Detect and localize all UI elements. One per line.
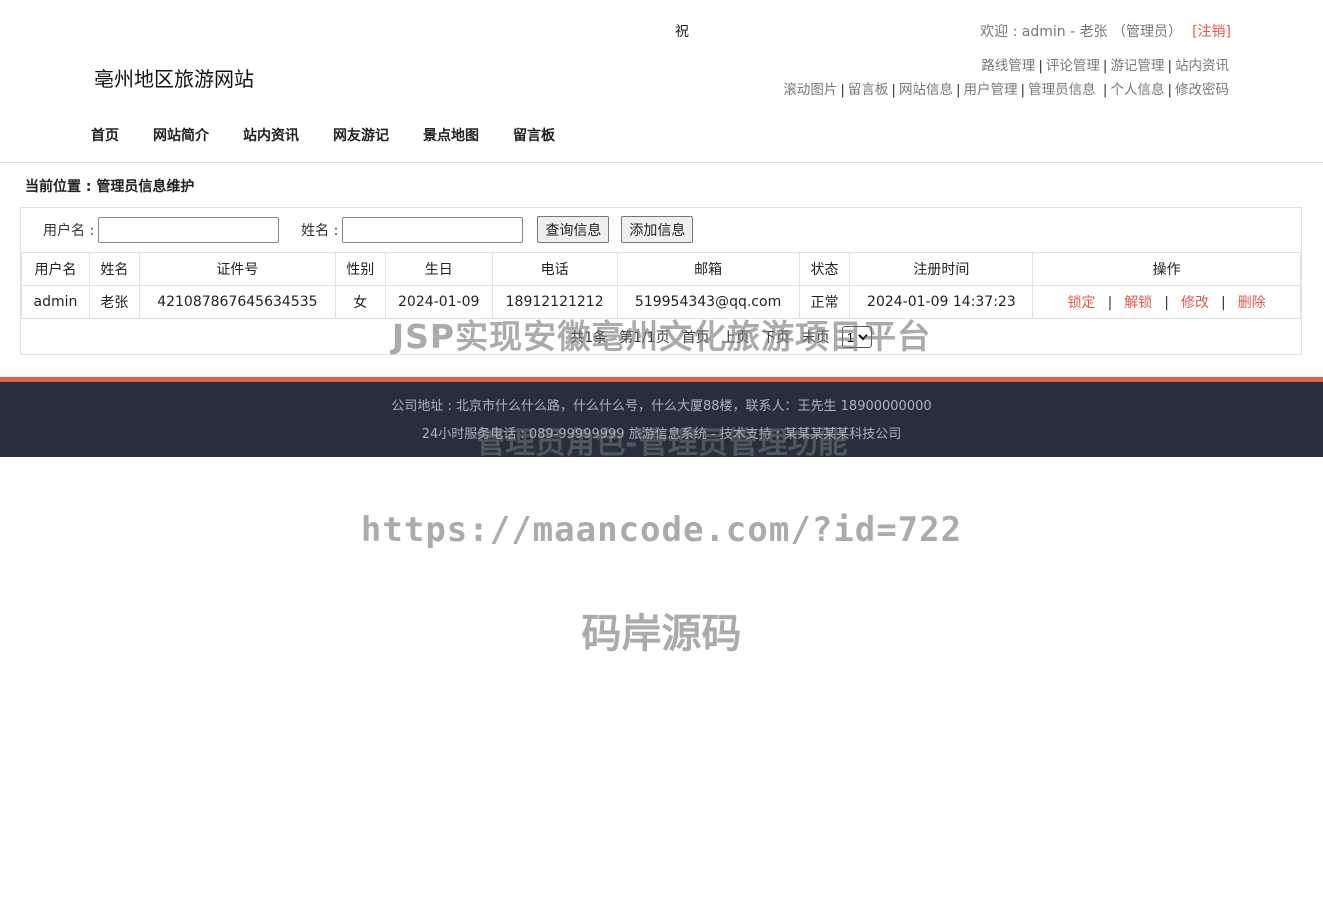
username-input[interactable]	[98, 216, 280, 243]
admin-link-profile[interactable]: 个人信息	[1110, 82, 1164, 98]
nav-about[interactable]: 网站简介	[153, 125, 209, 145]
search-bar: 用户名 : 姓名 : 查询信息 添加信息	[43, 216, 705, 243]
col-header-email: 邮箱	[616, 252, 800, 286]
col-header-gender: 性别	[334, 252, 386, 286]
nav-news[interactable]: 站内资讯	[243, 125, 299, 145]
cell-ops: 锁定 | 解锁 | 修改 | 删除	[1032, 285, 1301, 319]
col-header-ops: 操作	[1032, 252, 1301, 286]
content-panel: 用户名 : 姓名 : 查询信息 添加信息 用户名 姓名 证件号 性别 生日 电话…	[20, 207, 1302, 355]
name-input[interactable]	[342, 216, 524, 243]
watermark-url: https://maancode.com/?id=722	[360, 510, 963, 550]
header-divider	[0, 162, 1323, 163]
breadcrumb: 当前位置 : 管理员信息维护	[25, 179, 195, 195]
site-title: 亳州地区旅游网站	[94, 67, 254, 91]
table-header-row: 用户名 姓名 证件号 性别 生日 电话 邮箱 状态 注册时间 操作	[21, 252, 1301, 286]
nav-map[interactable]: 景点地图	[423, 125, 479, 145]
delete-link[interactable]: 删除	[1238, 295, 1266, 311]
col-header-status: 状态	[798, 252, 851, 286]
table-row: admin 老张 421087867645634535 女 2024-01-09…	[21, 285, 1301, 319]
admin-link-users[interactable]: 用户管理	[964, 82, 1018, 98]
welcome-text: 欢迎 : admin - 老张 （管理员）	[980, 24, 1183, 40]
pager-prev[interactable]: 上页	[722, 327, 750, 347]
page-select[interactable]: 1	[841, 326, 872, 348]
footer-contact: 24小时服务电话 : 089-99999999 旅游信息系统 - 技术支持 : …	[421, 427, 902, 442]
marquee-text: 祝	[675, 24, 689, 40]
main-nav: 首页 网站简介 站内资讯 网友游记 景点地图 留言板	[91, 125, 589, 145]
admin-link-news[interactable]: 站内资讯	[1175, 58, 1229, 74]
add-button[interactable]: 添加信息	[621, 216, 694, 243]
nav-guestbook[interactable]: 留言板	[513, 125, 555, 145]
cell-registered: 2024-01-09 14:37:23	[849, 285, 1034, 319]
pager-page: 第1/1页	[619, 330, 670, 346]
col-header-phone: 电话	[491, 252, 618, 286]
cell-email: 519954343@qq.com	[616, 285, 800, 319]
username-label: 用户名 :	[43, 222, 95, 239]
admin-link-route[interactable]: 路线管理	[981, 58, 1035, 74]
admin-link-carousel[interactable]: 滚动图片	[783, 82, 837, 98]
pager-first[interactable]: 首页	[682, 327, 710, 347]
query-button[interactable]: 查询信息	[537, 216, 610, 243]
admin-link-travelogs[interactable]: 游记管理	[1110, 58, 1164, 74]
col-header-username: 用户名	[21, 252, 90, 286]
cell-username: admin	[21, 285, 90, 319]
admin-link-admins[interactable]: 管理员信息	[1028, 82, 1096, 98]
cell-id-number: 421087867645634535	[138, 285, 336, 319]
pager-next[interactable]: 下页	[762, 327, 790, 347]
col-header-birthday: 生日	[384, 252, 493, 286]
col-header-registered: 注册时间	[849, 252, 1034, 286]
watermark-brand: 码岸源码	[581, 611, 742, 657]
welcome-bar: 欢迎 : admin - 老张 （管理员） [注销]	[980, 21, 1231, 41]
cell-phone: 18912121212	[491, 285, 618, 319]
cell-birthday: 2024-01-09	[384, 285, 493, 319]
admin-links-row2: 滚动图片 | 留言板 | 网站信息 | 用户管理 | 管理员信息 | 个人信息 | 修改密码	[783, 82, 1229, 98]
lock-link[interactable]: 锁定	[1068, 295, 1096, 311]
footer: 公司地址 : 北京市什么什么路，什么什么号，什么大厦88楼，联系人：王先生 18…	[0, 382, 1323, 457]
edit-link[interactable]: 修改	[1181, 295, 1209, 311]
logout-link[interactable]: [注销]	[1192, 24, 1231, 40]
cell-gender: 女	[334, 285, 386, 319]
pager-total: 共1条	[570, 330, 608, 346]
cell-status: 正常	[798, 285, 851, 319]
col-header-name: 姓名	[88, 252, 140, 286]
admin-links-row1: 路线管理 | 评论管理 | 游记管理 | 站内资讯	[981, 58, 1229, 74]
pagination: 共1条 第1/1页 首页 上页 下页 末页 1	[570, 326, 872, 348]
admin-link-password[interactable]: 修改密码	[1175, 82, 1229, 98]
unlock-link[interactable]: 解锁	[1124, 295, 1152, 311]
pager-row: 共1条 第1/1页 首页 上页 下页 末页 1	[21, 318, 1301, 355]
admin-link-site-info[interactable]: 网站信息	[899, 82, 953, 98]
admin-link-guestbook[interactable]: 留言板	[848, 82, 889, 98]
admin-table: 用户名 姓名 证件号 性别 生日 电话 邮箱 状态 注册时间 操作 admin …	[21, 252, 1301, 355]
nav-home[interactable]: 首页	[91, 125, 119, 145]
nav-travelogs[interactable]: 网友游记	[333, 125, 389, 145]
cell-name: 老张	[88, 285, 140, 319]
name-label: 姓名 :	[301, 222, 339, 239]
pager-last[interactable]: 末页	[802, 327, 830, 347]
col-header-id-number: 证件号	[138, 252, 336, 286]
footer-address: 公司地址 : 北京市什么什么路，什么什么号，什么大厦88楼，联系人：王先生 18…	[391, 399, 932, 414]
pager-cell: 共1条 第1/1页 首页 上页 下页 末页 1	[21, 318, 1301, 355]
admin-link-comments[interactable]: 评论管理	[1046, 58, 1100, 74]
